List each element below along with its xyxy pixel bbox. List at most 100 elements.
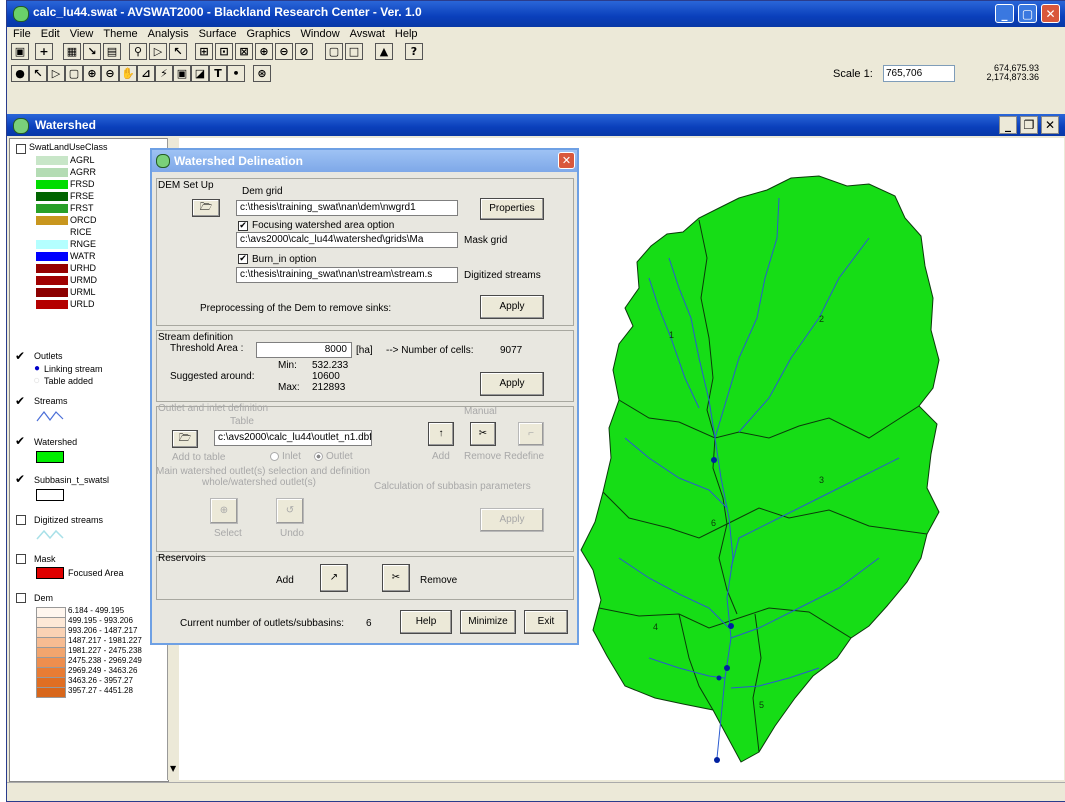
inlet-radio[interactable]	[270, 452, 279, 461]
scroll-down-arrow-icon[interactable]: ▼	[170, 764, 176, 773]
threshold-area-input[interactable]: 8000	[256, 342, 352, 358]
label-icon[interactable]: ◪	[191, 65, 209, 82]
undo-label: Undo	[280, 528, 304, 539]
digitized-layer-name[interactable]: Digitized streams	[34, 515, 103, 525]
stream-path-field[interactable]: c:\thesis\training_swat\nan\stream\strea…	[236, 267, 458, 283]
menu-surface[interactable]: Surface	[199, 27, 237, 41]
zoom-out-tool-icon[interactable]: ⊖	[101, 65, 119, 82]
theme-properties-icon[interactable]: ▦	[63, 43, 81, 60]
identify-icon[interactable]: ●	[11, 65, 29, 82]
layout-icon[interactable]: ▲	[375, 43, 393, 60]
mask-grid-path-field[interactable]: c:\avs2000\calc_lu44\watershed\grids\Ma	[236, 232, 458, 248]
menu-help[interactable]: Help	[395, 27, 418, 41]
menu-file[interactable]: File	[13, 27, 31, 41]
zoom-out-icon[interactable]: ⊖	[275, 43, 293, 60]
calc-subbasin-apply-button[interactable]: Apply	[480, 508, 544, 532]
select-all-icon[interactable]: ▢	[325, 43, 343, 60]
vertex-edit-icon[interactable]: ▷	[47, 65, 65, 82]
minimize-window-button[interactable]: _	[995, 4, 1014, 23]
draw-tool-icon[interactable]: •	[227, 65, 245, 82]
view-close-button[interactable]: ✕	[1041, 116, 1059, 134]
landuse-swatch	[36, 192, 68, 201]
digitized-checkbox[interactable]	[16, 515, 26, 525]
open-table-icon[interactable]: ▤	[103, 43, 121, 60]
mask-checkbox[interactable]	[16, 554, 26, 564]
streams-layer-name[interactable]: Streams	[34, 396, 68, 406]
help-button[interactable]: Help	[400, 610, 452, 634]
query-builder-icon[interactable]: ▷	[149, 43, 167, 60]
view-minimize-button[interactable]: _	[999, 116, 1017, 134]
subbasin-check[interactable]: ✔	[15, 472, 25, 486]
text-tool-icon[interactable]: T	[209, 65, 227, 82]
view-restore-button[interactable]: ❐	[1020, 116, 1038, 134]
menu-window[interactable]: Window	[301, 27, 340, 41]
undo-outlet-button[interactable]: ↺	[276, 498, 304, 524]
zoom-active-icon[interactable]: ⊡	[215, 43, 233, 60]
dialog-close-button[interactable]: ✕	[558, 152, 575, 169]
find-icon[interactable]: ⚲	[129, 43, 147, 60]
add-reservoir-button[interactable]: ↗	[320, 564, 348, 592]
dem-layer-name[interactable]: Dem	[34, 593, 53, 603]
open-dem-button[interactable]: 🗁	[192, 199, 220, 217]
outlet-table-path-field[interactable]: c:\avs2000\calc_lu44\outlet_n1.dbf	[214, 430, 372, 446]
dem-class-label: 993.206 - 1487.217	[68, 626, 138, 635]
extra-tool-icon[interactable]: ⊛	[253, 65, 271, 82]
subbasin-layer-name[interactable]: Subbasin_t_swatsl	[34, 475, 109, 485]
watershed-check[interactable]: ✔	[15, 434, 25, 448]
dem-grid-label: Dem grid	[242, 186, 283, 197]
outlets-check[interactable]: ✔	[15, 349, 25, 363]
menu-edit[interactable]: Edit	[41, 27, 60, 41]
select-outlet-button[interactable]: ⊕	[210, 498, 238, 524]
scale-input[interactable]: 765,706	[883, 65, 955, 82]
menu-graphics[interactable]: Graphics	[247, 27, 291, 41]
streams-check[interactable]: ✔	[15, 394, 25, 408]
add-label: Add	[432, 451, 450, 462]
save-icon[interactable]: ▣	[11, 43, 29, 60]
add-theme-icon[interactable]: +	[35, 43, 53, 60]
measure-icon[interactable]: ⊿	[137, 65, 155, 82]
focusing-checkbox[interactable]: ✔	[238, 221, 248, 231]
outlet-radio[interactable]	[314, 452, 323, 461]
menu-view[interactable]: View	[70, 27, 94, 41]
redefine-outlet-button[interactable]: ⌐	[518, 422, 544, 446]
mask-layer-name[interactable]: Mask	[34, 554, 56, 564]
pan-icon[interactable]: ✋	[119, 65, 137, 82]
outlet-table-open-button[interactable]: 🗁	[172, 430, 198, 448]
window-title: calc_lu44.swat - AVSWAT2000 - Blackland …	[33, 5, 422, 19]
zoom-previous-icon[interactable]: ⊘	[295, 43, 313, 60]
dem-grid-path-field[interactable]: c:\thesis\training_swat\nan\dem\nwgrd1	[236, 200, 458, 216]
preprocess-apply-button[interactable]: Apply	[480, 295, 544, 319]
menu-theme[interactable]: Theme	[103, 27, 137, 41]
edit-legend-icon[interactable]: ↘	[83, 43, 101, 60]
menu-analysis[interactable]: Analysis	[148, 27, 189, 41]
minimize-button[interactable]: Minimize	[460, 610, 516, 634]
landuse-layer-checkbox[interactable]	[16, 144, 26, 154]
close-window-button[interactable]: ✕	[1041, 4, 1060, 23]
subbasin-swatch	[36, 489, 64, 501]
dem-checkbox[interactable]	[16, 593, 26, 603]
landuse-layer-name[interactable]: SwatLandUseClass	[29, 142, 108, 152]
select-feature-icon[interactable]: ▢	[65, 65, 83, 82]
pointer-icon[interactable]: ↖	[29, 65, 47, 82]
maximize-window-button[interactable]: ▢	[1018, 4, 1037, 23]
properties-button[interactable]: Properties	[480, 198, 544, 220]
watershed-layer-name[interactable]: Watershed	[34, 437, 77, 447]
help-pointer-icon[interactable]: ?	[405, 43, 423, 60]
burnin-checkbox[interactable]: ✔	[238, 254, 248, 264]
menu-avswat[interactable]: Avswat	[350, 27, 385, 41]
remove-reservoir-button[interactable]: ✂	[382, 564, 410, 592]
add-outlet-button[interactable]: ↑	[428, 422, 454, 446]
remove-outlet-button[interactable]: ✂	[470, 422, 496, 446]
stream-apply-button[interactable]: Apply	[480, 372, 544, 396]
select-by-theme-icon[interactable]: ↖	[169, 43, 187, 60]
outlets-layer-name[interactable]: Outlets	[34, 351, 63, 361]
clear-selection-icon[interactable]: □	[345, 43, 363, 60]
hotlink-icon[interactable]: ⚡	[155, 65, 173, 82]
zoom-full-icon[interactable]: ⊞	[195, 43, 213, 60]
suggested-value: 10600	[312, 371, 340, 382]
zoom-selected-icon[interactable]: ⊠	[235, 43, 253, 60]
exit-button[interactable]: Exit	[524, 610, 568, 634]
zoom-in-icon[interactable]: ⊕	[255, 43, 273, 60]
zoom-in-tool-icon[interactable]: ⊕	[83, 65, 101, 82]
area-of-interest-icon[interactable]: ▣	[173, 65, 191, 82]
